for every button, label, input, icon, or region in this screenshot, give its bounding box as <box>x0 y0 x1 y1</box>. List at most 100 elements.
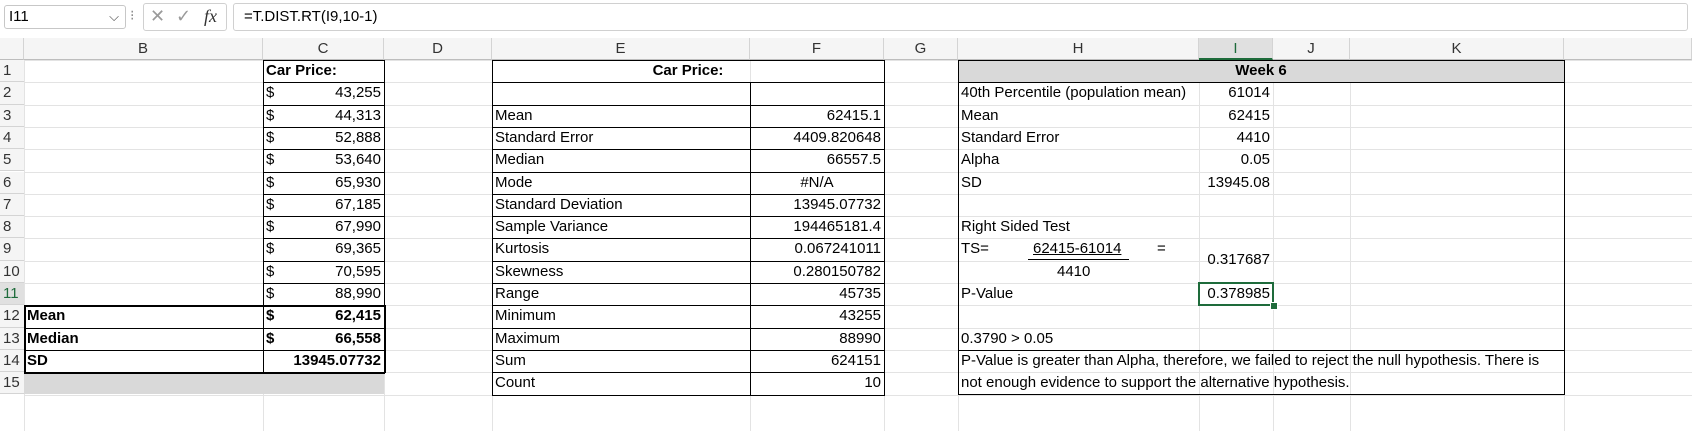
row-header-8[interactable]: 8 <box>0 216 24 239</box>
row-header-13[interactable]: 13 <box>0 327 24 350</box>
stat-label[interactable]: Mean <box>492 105 750 127</box>
fill-handle[interactable] <box>1270 302 1278 311</box>
week6-label[interactable]: Mean <box>958 105 1199 127</box>
formula-input[interactable]: =T.DIST.RT(I9,10-1) <box>233 3 1688 31</box>
stat-label[interactable]: Kurtosis <box>492 238 750 260</box>
stat-value[interactable]: 4409.820648 <box>750 127 884 149</box>
stat-value[interactable]: 624151 <box>750 350 884 372</box>
enter-icon[interactable]: ✓ <box>176 6 191 27</box>
row-header-1[interactable]: 1 <box>0 60 24 83</box>
row-header-12[interactable]: 12 <box>0 305 24 328</box>
conclusion-text[interactable]: P-Value is greater than Alpha, therefore… <box>958 350 1564 395</box>
p-value-label[interactable]: P-Value <box>958 283 1199 305</box>
car-price-value[interactable]: 70,595 <box>263 261 384 283</box>
column-header-b[interactable]: B <box>24 38 263 60</box>
row-header-2[interactable]: 2 <box>0 82 24 105</box>
row-header-5[interactable]: 5 <box>0 149 24 172</box>
stat-label[interactable]: Skewness <box>492 261 750 283</box>
ts-value[interactable]: 0.317687 <box>1199 249 1273 271</box>
stat-value[interactable]: 88990 <box>750 328 884 350</box>
stat-label[interactable]: Range <box>492 283 750 305</box>
car-price-value[interactable]: 53,640 <box>263 149 384 171</box>
stat-label[interactable]: Minimum <box>492 305 750 327</box>
cancel-icon[interactable]: ✕ <box>150 6 165 27</box>
insert-function-icon[interactable]: fx <box>204 6 217 27</box>
column-header-blank[interactable] <box>1564 38 1692 60</box>
car-price-value[interactable]: 44,313 <box>263 105 384 127</box>
week6-value[interactable]: 62415 <box>1199 105 1273 127</box>
row-header-3[interactable]: 3 <box>0 104 24 127</box>
week6-value[interactable]: 13945.08 <box>1199 172 1273 194</box>
row-header-11[interactable]: 11 <box>0 283 24 306</box>
median-value[interactable]: 66,558 <box>263 328 384 350</box>
car-price-value[interactable]: 67,185 <box>263 194 384 216</box>
car-price-value[interactable]: 52,888 <box>263 127 384 149</box>
chevron-down-icon[interactable]: ⌵ <box>109 6 119 28</box>
select-all-corner[interactable] <box>0 38 24 60</box>
column-header-g[interactable]: G <box>884 38 958 60</box>
stat-label[interactable]: Median <box>492 149 750 171</box>
car-price-stats-header[interactable]: Car Price: <box>492 60 884 82</box>
week6-label[interactable]: Alpha <box>958 149 1199 171</box>
stat-value[interactable]: 194465181.4 <box>750 216 884 238</box>
column-header-j[interactable]: J <box>1273 38 1350 60</box>
row-header-9[interactable]: 9 <box>0 238 24 261</box>
car-price-header-c[interactable]: Car Price: <box>263 60 384 82</box>
week6-value[interactable]: 0.05 <box>1199 149 1273 171</box>
stat-label[interactable]: Standard Deviation <box>492 194 750 216</box>
ts-denominator[interactable]: 4410 <box>1054 261 1114 283</box>
mean-value[interactable]: 62,415 <box>263 305 384 327</box>
car-price-value[interactable]: 69,365 <box>263 238 384 260</box>
name-box[interactable]: I11 ⌵ <box>4 5 126 29</box>
ts-equals[interactable]: = <box>1154 238 1174 260</box>
column-header-k[interactable]: K <box>1350 38 1564 60</box>
column-header-h[interactable]: H <box>958 38 1199 60</box>
row-header-15[interactable]: 15 <box>0 372 24 395</box>
car-price-value[interactable]: 88,990 <box>263 283 384 305</box>
comparison-text[interactable]: 0.3790 > 0.05 <box>958 328 1273 350</box>
cell-border <box>492 260 885 262</box>
sd-value[interactable]: 13945.07732 <box>263 350 384 372</box>
sd-label[interactable]: SD <box>24 350 263 372</box>
column-header-d[interactable]: D <box>384 38 492 60</box>
stat-value[interactable]: 43255 <box>750 305 884 327</box>
week6-label[interactable]: SD <box>958 172 1199 194</box>
ts-numerator[interactable]: 62415-61014 <box>1030 238 1130 260</box>
column-header-f[interactable]: F <box>750 38 884 60</box>
stat-value[interactable]: 0.067241011 <box>750 238 884 260</box>
week6-header[interactable]: Week 6 <box>958 60 1564 82</box>
row-header-10[interactable]: 10 <box>0 260 24 283</box>
column-header-i[interactable]: I <box>1199 38 1273 60</box>
stat-value[interactable]: #N/A <box>750 172 884 194</box>
column-header-e[interactable]: E <box>492 38 750 60</box>
row-header-7[interactable]: 7 <box>0 193 24 217</box>
week6-label[interactable]: Standard Error <box>958 127 1199 149</box>
week6-label[interactable]: 40th Percentile (population mean) <box>958 82 1199 104</box>
worksheet-grid[interactable]: B C D E F G H I J K 1 2 3 4 5 6 7 8 9 10 11 12 13 14 15 Car Price… <box>0 38 1692 431</box>
week6-value[interactable]: 4410 <box>1199 127 1273 149</box>
mean-label[interactable]: Mean <box>24 305 263 327</box>
stat-value[interactable]: 62415.1 <box>750 105 884 127</box>
row-header-4[interactable]: 4 <box>0 126 24 150</box>
car-price-value[interactable]: 65,930 <box>263 172 384 194</box>
stat-label[interactable]: Count <box>492 372 750 394</box>
stat-value[interactable]: 13945.07732 <box>750 194 884 216</box>
stat-label[interactable]: Sum <box>492 350 750 372</box>
row-header-6[interactable]: 6 <box>0 171 24 194</box>
car-price-value[interactable]: 43,255 <box>263 82 384 104</box>
median-label[interactable]: Median <box>24 328 263 350</box>
stat-label[interactable]: Maximum <box>492 328 750 350</box>
stat-label[interactable]: Sample Variance <box>492 216 750 238</box>
stat-label[interactable]: Standard Error <box>492 127 750 149</box>
car-price-value[interactable]: 67,990 <box>263 216 384 238</box>
right-sided-test-label[interactable]: Right Sided Test <box>958 216 1199 238</box>
stat-value[interactable]: 45735 <box>750 283 884 305</box>
stat-label[interactable]: Mode <box>492 172 750 194</box>
row-header-14[interactable]: 14 <box>0 349 24 373</box>
week6-value[interactable]: 61014 <box>1199 82 1273 104</box>
stat-value[interactable]: 66557.5 <box>750 149 884 171</box>
more-options-icon[interactable]: ⁝ <box>130 7 134 24</box>
stat-value[interactable]: 10 <box>750 372 884 394</box>
column-header-c[interactable]: C <box>263 38 384 60</box>
stat-value[interactable]: 0.280150782 <box>750 261 884 283</box>
